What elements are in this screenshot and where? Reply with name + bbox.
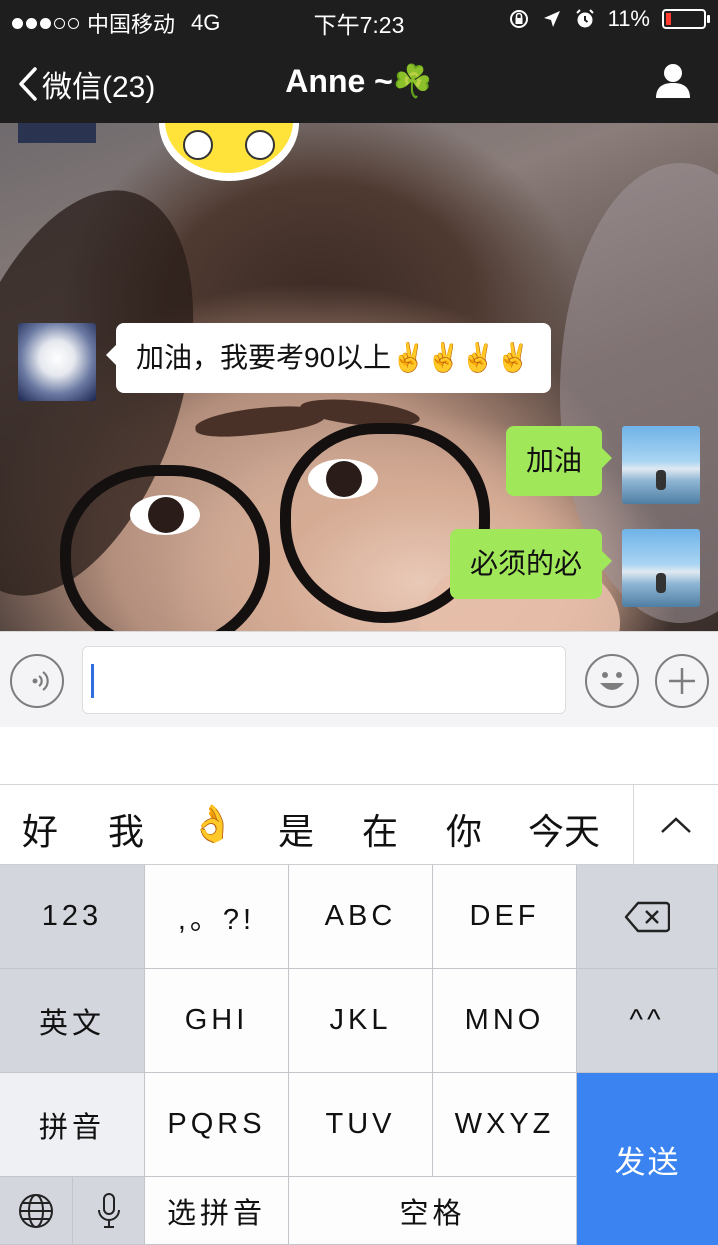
key-wxyz[interactable]: WXYZ	[433, 1073, 577, 1177]
smiley-icon	[600, 672, 624, 690]
key-emoticon[interactable]: ^^	[577, 969, 718, 1073]
message-row-outgoing: 加油	[505, 426, 700, 504]
key-tuv[interactable]: TUV	[289, 1073, 433, 1177]
candidate-word[interactable]: 今天	[528, 803, 600, 855]
chat-title: Anne ~☘️	[285, 63, 433, 99]
candidate-word[interactable]: 是	[278, 803, 314, 855]
battery-percent: 11%	[607, 6, 650, 31]
candidate-word[interactable]: 在	[362, 803, 398, 855]
location-icon	[543, 11, 560, 27]
input-toolbar	[0, 631, 718, 727]
key-pinyin[interactable]: 拼音	[0, 1073, 145, 1177]
key-123[interactable]: 123	[0, 865, 145, 969]
key-globe[interactable]	[0, 1177, 73, 1245]
cat-avatar[interactable]	[18, 323, 96, 401]
chevron-up-icon	[661, 817, 691, 833]
message-row-incoming: 加油，我要考90以上✌️✌️✌️✌️	[18, 323, 551, 401]
microphone-icon	[97, 1192, 120, 1228]
key-abc[interactable]: ABC	[289, 865, 433, 969]
battery-icon	[662, 9, 710, 29]
backspace-icon	[624, 901, 670, 932]
status-bar: 中国移动 4G 下午7:23 11%	[0, 0, 718, 40]
key-def[interactable]: DEF	[433, 865, 577, 969]
voice-input-button[interactable]	[10, 654, 64, 708]
key-mno[interactable]: MNO	[433, 969, 577, 1073]
plus-icon	[669, 668, 695, 694]
composition-area	[0, 727, 718, 785]
message-bubble-outgoing[interactable]: 加油	[505, 426, 613, 496]
message-bubble-incoming[interactable]: 加油，我要考90以上✌️✌️✌️✌️	[106, 323, 551, 393]
voice-icon	[32, 671, 49, 691]
keyboard: 123 ,。?! ABC DEF 英文 GHI JKL MNO ^^ 拼音 PQ…	[0, 865, 718, 1245]
nav-bar: 微信(23) Anne ~☘️	[0, 40, 718, 123]
candidate-word[interactable]: 👌	[190, 803, 235, 845]
emoji-button[interactable]	[585, 654, 639, 708]
candidate-word[interactable]: 我	[108, 803, 144, 855]
chat-area[interactable]: 加油，我要考90以上✌️✌️✌️✌️ 加油 必须的必	[0, 123, 718, 631]
previous-avatar-partial	[18, 123, 96, 143]
globe-icon	[19, 1193, 53, 1228]
more-actions-button[interactable]	[655, 654, 709, 708]
candidate-bar: 好 我 👌 是 在 你 今天	[0, 785, 718, 865]
sea-avatar[interactable]	[622, 426, 700, 504]
key-pqrs[interactable]: PQRS	[145, 1073, 289, 1177]
send-button[interactable]: 发送	[577, 1073, 718, 1245]
key-ghi[interactable]: GHI	[145, 969, 289, 1073]
key-select-pinyin[interactable]: 选拼音	[145, 1177, 289, 1245]
key-english[interactable]: 英文	[0, 969, 145, 1073]
key-jkl[interactable]: JKL	[289, 969, 433, 1073]
key-space[interactable]: 空格	[289, 1177, 577, 1245]
message-row-outgoing: 必须的必	[449, 529, 700, 607]
candidate-word[interactable]: 好	[22, 803, 58, 855]
key-backspace[interactable]	[577, 865, 718, 969]
expand-candidates-button[interactable]	[634, 785, 718, 865]
status-time: 下午7:23	[313, 12, 405, 38]
message-bubble-outgoing[interactable]: 必须的必	[449, 529, 613, 599]
sea-avatar[interactable]	[622, 529, 700, 607]
contact-profile-icon[interactable]	[654, 62, 692, 100]
emoji-sticker[interactable]	[158, 123, 300, 193]
rotation-lock-icon	[509, 10, 528, 28]
key-punctuation[interactable]: ,。?!	[145, 865, 289, 969]
text-caret	[91, 664, 94, 698]
message-input[interactable]	[82, 646, 566, 714]
candidate-word[interactable]: 你	[446, 803, 482, 855]
alarm-icon	[575, 9, 594, 28]
key-dictation[interactable]	[73, 1177, 145, 1245]
